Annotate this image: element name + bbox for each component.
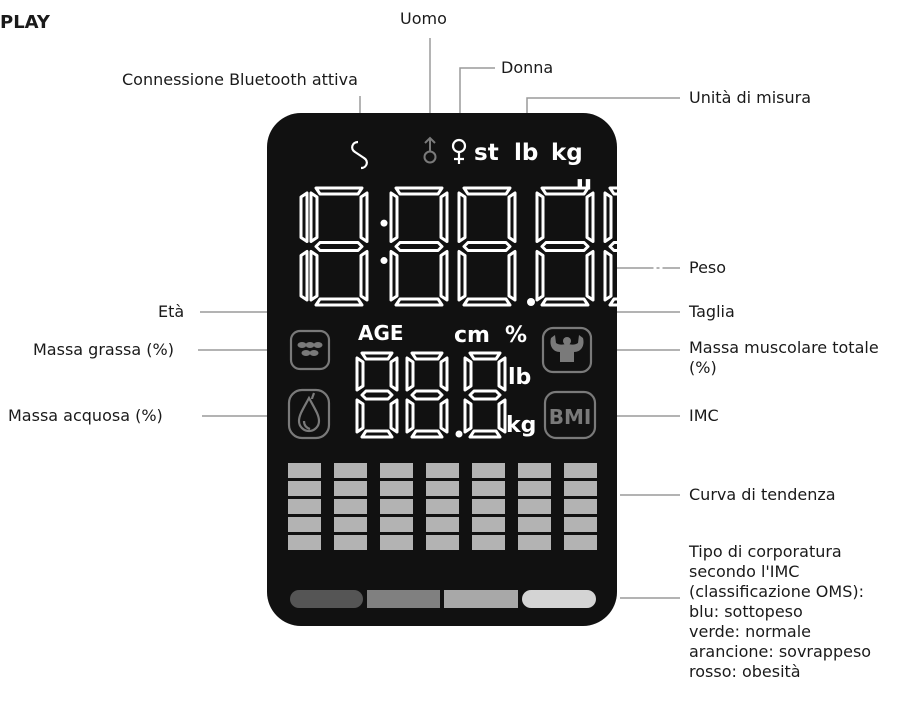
trend-cell	[288, 463, 321, 478]
label-massa-muscolare: Massa muscolare totale (%)	[689, 338, 879, 377]
trend-cell	[564, 463, 597, 478]
digit-5-seg-b	[653, 191, 663, 243]
trend-cell	[288, 517, 321, 532]
label-bluetooth: Connessione Bluetooth attiva	[122, 70, 358, 89]
trend-cell	[564, 535, 597, 550]
trend-cell	[472, 517, 505, 532]
trend-cell	[334, 499, 367, 514]
trend-cell	[518, 499, 551, 514]
trend-cell	[380, 535, 413, 550]
trend-cell	[334, 517, 367, 532]
kg-label-small: kg	[506, 413, 536, 438]
trend-cell	[426, 499, 459, 514]
unit-st: st	[474, 140, 499, 166]
trend-cell	[518, 481, 551, 496]
label-peso: Peso	[689, 258, 727, 277]
decimal-point	[527, 298, 535, 306]
diagram-canvas: PLAY st lb kg " AGE cm % BMI lb kg Uomo …	[0, 0, 915, 704]
label-curva: Curva di tendenza	[689, 485, 836, 504]
trend-cell	[564, 499, 597, 514]
trend-cell	[380, 481, 413, 496]
trend-cell	[334, 481, 367, 496]
label-uomo: Uomo	[400, 9, 447, 28]
trend-cell	[380, 499, 413, 514]
label-massa-grassa: Massa grassa (%)	[33, 340, 174, 359]
small-decimal-point	[455, 430, 463, 438]
trend-cell	[288, 499, 321, 514]
trend-cell	[334, 535, 367, 550]
trend-cell	[426, 517, 459, 532]
colon-dot-bottom	[380, 257, 388, 265]
inches-mark: "	[574, 172, 594, 216]
colon-dot-top	[380, 219, 388, 227]
trend-cell	[564, 481, 597, 496]
trend-cell	[518, 517, 551, 532]
unit-lb: lb	[514, 140, 538, 166]
label-taglia: Taglia	[689, 302, 735, 321]
trend-cell	[288, 481, 321, 496]
percent-label: %	[505, 323, 527, 348]
bmi-bar-segment-1	[290, 590, 363, 608]
cm-label: cm	[454, 323, 490, 348]
age-label: AGE	[358, 321, 404, 345]
unit-kg: kg	[551, 140, 583, 166]
label-massa-acquosa: Massa acquosa (%)	[8, 406, 163, 425]
digit-5-seg-c	[653, 250, 663, 302]
trend-cell	[472, 481, 505, 496]
leader-donna	[459, 67, 495, 120]
trend-cell	[564, 517, 597, 532]
trend-cell	[288, 535, 321, 550]
bmi-bar-segment-3	[444, 590, 518, 608]
bmi-bar-segment-4	[522, 590, 596, 608]
bmi-bar-segment-2	[367, 590, 440, 608]
trend-cell	[472, 499, 505, 514]
trend-cell	[426, 463, 459, 478]
label-unita: Unità di misura	[689, 88, 812, 107]
trend-cell	[518, 463, 551, 478]
label-corporatura: Tipo di corporatura secondo l'IMC (class…	[689, 542, 872, 681]
label-donna: Donna	[501, 58, 554, 77]
trend-curve-grid	[288, 463, 597, 550]
label-eta: Età	[158, 302, 185, 321]
trend-cell	[380, 463, 413, 478]
bmi-label: BMI	[549, 405, 592, 429]
trend-cell	[426, 481, 459, 496]
label-imc: IMC	[689, 406, 719, 425]
trend-cell	[472, 535, 505, 550]
lb-label-small: lb	[508, 365, 531, 390]
trend-cell	[380, 517, 413, 532]
trend-cell	[334, 463, 367, 478]
trend-cell	[472, 463, 505, 478]
trend-cell	[518, 535, 551, 550]
trend-cell	[426, 535, 459, 550]
